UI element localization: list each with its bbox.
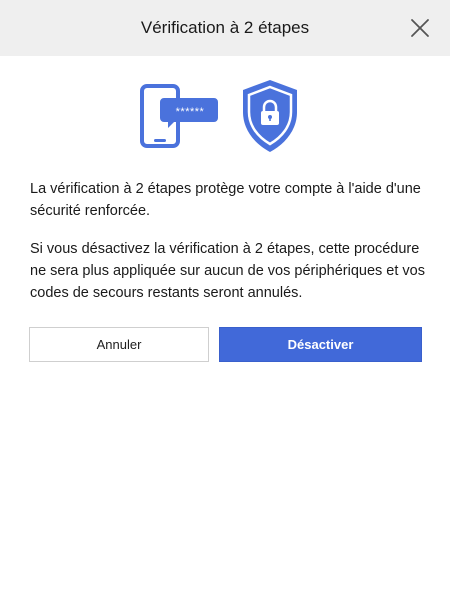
warning-text: Si vous désactivez la vérification à 2 é… bbox=[30, 241, 425, 301]
close-icon bbox=[411, 19, 429, 37]
disable-button[interactable]: Désactiver bbox=[219, 327, 422, 362]
info-text: La vérification à 2 étapes protège votre… bbox=[30, 181, 421, 219]
dialog-header: Vérification à 2 étapes bbox=[0, 0, 450, 56]
security-illustration: ****** bbox=[0, 76, 450, 156]
cancel-button[interactable]: Annuler bbox=[29, 327, 209, 362]
disable-2-step-verification-dialog: Vérification à 2 étapes ****** La vérifi… bbox=[0, 0, 450, 600]
password-mask: ****** bbox=[176, 106, 205, 118]
close-button[interactable] bbox=[408, 16, 432, 40]
dialog-title: Vérification à 2 étapes bbox=[140, 18, 310, 37]
phone-password-icon: ****** bbox=[140, 84, 218, 148]
shield-lock-icon bbox=[243, 80, 297, 152]
